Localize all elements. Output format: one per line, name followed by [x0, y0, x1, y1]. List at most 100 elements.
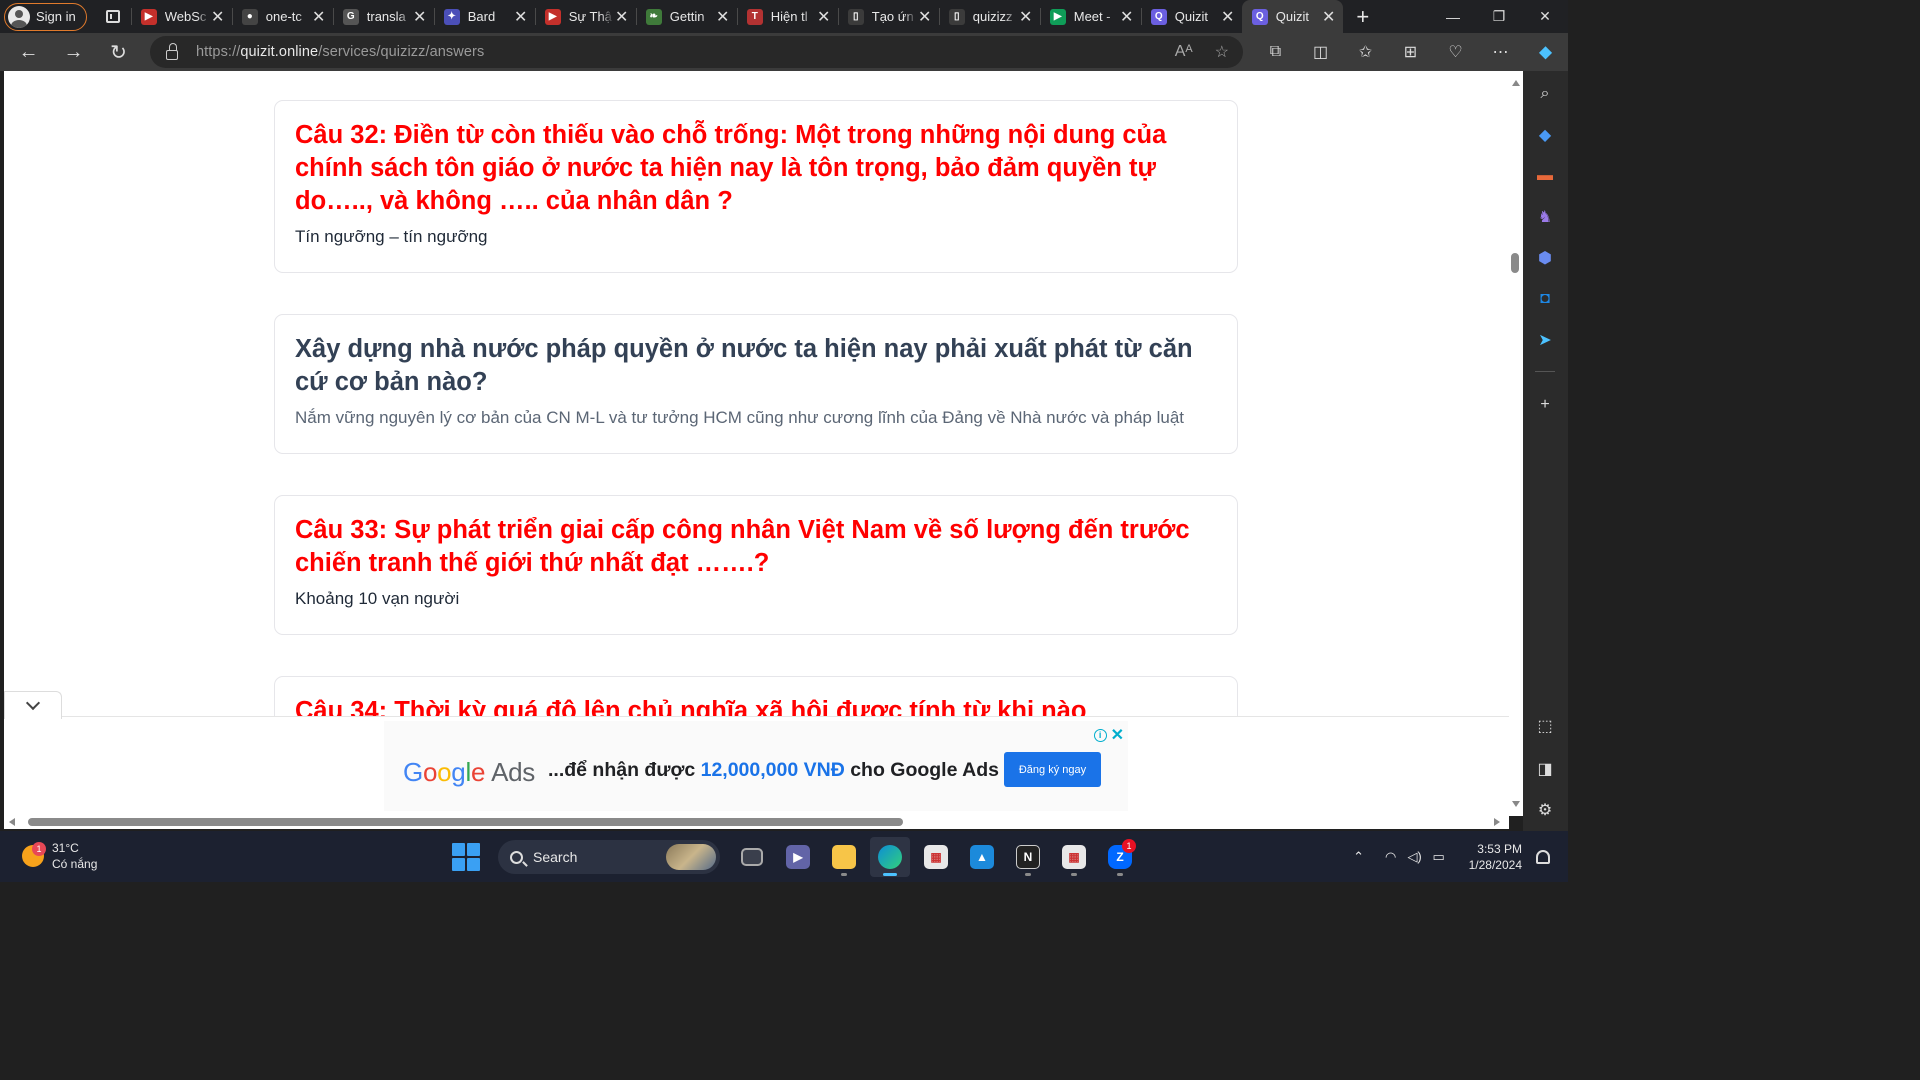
close-tab-icon[interactable]: ✕ [513, 7, 529, 27]
close-tab-icon[interactable]: ✕ [210, 7, 226, 27]
refresh-button[interactable]: ↻ [96, 33, 141, 71]
wifi-icon[interactable]: ◠ [1379, 849, 1403, 865]
copilot-icon[interactable]: ◆ [1523, 33, 1568, 71]
question-card: Câu 32: Điền từ còn thiếu vào chỗ trống:… [274, 100, 1238, 273]
leaf-icon: ❧ [645, 8, 662, 25]
weather-widget[interactable]: 1 31°C Có nắng [22, 840, 97, 872]
collapse-ad-button[interactable] [4, 691, 62, 719]
browser-tab[interactable]: ❧ Gettin ✕ [635, 0, 737, 33]
tab-title: transla [366, 9, 406, 24]
zalo-icon[interactable]: Z1 [1100, 837, 1140, 877]
browser-tab[interactable]: ▶ Meet - ✕ [1039, 0, 1141, 33]
notion-icon[interactable]: N [1008, 837, 1048, 877]
sidebar-hide-icon[interactable]: ◨ [1533, 757, 1557, 781]
scroll-right-arrow-icon[interactable] [1494, 818, 1500, 826]
google-ads-banner[interactable]: Google Ads ...để nhận được 12,000,000 VNĐ… [384, 721, 1128, 811]
favorites-icon[interactable]: ✩ [1343, 33, 1388, 71]
close-tab-icon[interactable]: ✕ [715, 7, 731, 27]
horizontal-scrollbar[interactable] [4, 815, 1509, 829]
clock-time: 3:53 PM [1477, 841, 1522, 856]
close-tab-icon[interactable]: ✕ [412, 7, 428, 27]
scroll-down-arrow-icon[interactable] [1512, 801, 1520, 807]
close-tab-icon[interactable]: ✕ [1321, 7, 1337, 27]
url-text[interactable]: https://quizit.online/services/quizizz/a… [196, 44, 484, 60]
new-tab-button[interactable]: + [1343, 4, 1383, 30]
browser-tab[interactable]: ▶ Sự Thậ ✕ [534, 0, 636, 33]
ad-signup-button[interactable]: Đăng ký ngay [1004, 752, 1101, 787]
browser-tab[interactable]: ▯ quizizz ✕ [938, 0, 1040, 33]
forward-button[interactable]: → [51, 33, 96, 71]
notification-bell-icon[interactable] [1536, 849, 1550, 864]
lock-icon[interactable] [166, 43, 178, 60]
taskbar-search-box[interactable]: Search [498, 840, 720, 874]
extensions-icon[interactable]: ⧉ [1253, 33, 1298, 71]
close-tab-icon[interactable]: ✕ [1119, 7, 1135, 27]
read-aloud-icon[interactable]: Aᴬ [1175, 43, 1193, 61]
edge-browser-icon[interactable] [870, 837, 910, 877]
close-tab-icon[interactable]: ✕ [917, 7, 933, 27]
tab-title: one-tc [265, 9, 302, 24]
question-text: Câu 33: Sự phát triển giai cấp công nhân… [295, 516, 1190, 577]
tab-actions-button[interactable] [95, 0, 131, 33]
ad-info-icon[interactable]: i [1093, 728, 1107, 742]
tab-actions-icon [105, 10, 120, 23]
app-icon[interactable]: ▦ [916, 837, 956, 877]
app-icon[interactable]: ▦ [1054, 837, 1094, 877]
tab-title: WebSc [164, 9, 207, 24]
browser-essentials-icon[interactable]: ♡ [1433, 33, 1478, 71]
clock-date: 1/28/2024 [1468, 857, 1522, 872]
close-tab-icon[interactable]: ✕ [614, 7, 630, 27]
sidebar-shopping-tag-icon[interactable]: ◆ [1533, 123, 1557, 147]
address-bar[interactable]: https://quizit.online/services/quizizz/a… [150, 36, 1243, 68]
vertical-scrollbar[interactable] [1509, 71, 1523, 816]
horizontal-scroll-thumb[interactable] [28, 818, 903, 826]
close-tab-icon[interactable]: ✕ [1018, 7, 1034, 27]
task-view-icon[interactable] [732, 837, 772, 877]
sidebar-send-icon[interactable]: ➤ [1533, 328, 1557, 352]
sidebar-screenshot-icon[interactable]: ⬚ [1533, 714, 1557, 738]
scroll-thumb[interactable] [1511, 253, 1519, 273]
collections-icon[interactable]: ⊞ [1388, 33, 1433, 71]
more-menu-icon[interactable]: ⋯ [1478, 33, 1523, 71]
minimize-button[interactable]: — [1430, 0, 1476, 33]
sidebar-tools-icon[interactable]: ▬ [1533, 164, 1557, 188]
browser-tab[interactable]: Q Quizit ✕ [1241, 0, 1343, 33]
sidebar-search-icon[interactable]: ⌕ [1533, 82, 1557, 106]
split-screen-icon[interactable]: ◫ [1298, 33, 1343, 71]
close-window-button[interactable]: ✕ [1522, 0, 1568, 33]
back-button[interactable]: ← [6, 33, 51, 71]
sidebar-games-icon[interactable]: ♞ [1533, 205, 1557, 229]
browser-tab[interactable]: ▶ WebSc ✕ [130, 0, 232, 33]
tray-overflow-chevron-up-icon[interactable]: ⌃ [1347, 849, 1371, 865]
sidebar-settings-gear-icon[interactable]: ⚙ [1533, 798, 1557, 822]
google-ads-logo: Google Ads [403, 757, 536, 787]
start-windows-icon[interactable] [452, 843, 480, 871]
sidebar-outlook-icon[interactable]: ◘ [1533, 287, 1557, 311]
refresh-icon: ↻ [110, 41, 127, 64]
photos-app-icon[interactable]: ▲ [962, 837, 1002, 877]
close-tab-icon[interactable]: ✕ [1220, 7, 1236, 27]
tab-title: Sự Thậ [568, 9, 612, 24]
close-tab-icon[interactable]: ✕ [311, 7, 327, 27]
sidebar-copilot-app-icon[interactable]: ⬢ [1533, 246, 1557, 270]
browser-tab[interactable]: ✦ Bard ✕ [433, 0, 535, 33]
scroll-up-arrow-icon[interactable] [1512, 80, 1520, 86]
scroll-left-arrow-icon[interactable] [9, 818, 15, 826]
browser-tab[interactable]: T Hiện tl ✕ [736, 0, 838, 33]
forward-arrow-icon: → [63, 40, 84, 63]
restore-button[interactable]: ❐ [1476, 0, 1522, 33]
close-tab-icon[interactable]: ✕ [816, 7, 832, 27]
ad-close-icon[interactable]: ✕ [1111, 725, 1124, 745]
browser-tab[interactable]: ▯ Tạo ứn ✕ [837, 0, 939, 33]
file-explorer-icon[interactable] [824, 837, 864, 877]
profile-sign-in-button[interactable]: Sign in [4, 2, 87, 31]
teams-chat-icon[interactable]: ▶ [778, 837, 818, 877]
browser-tab[interactable]: Q Quizit ✕ [1140, 0, 1242, 33]
favorite-star-icon[interactable]: ☆ [1215, 42, 1229, 62]
browser-tab[interactable]: ● one-tc ✕ [231, 0, 333, 33]
browser-tab[interactable]: Gtransla ✕ [332, 0, 434, 33]
sidebar-add-icon[interactable]: + [1533, 393, 1557, 417]
battery-icon[interactable]: ▭ [1427, 849, 1451, 865]
volume-icon[interactable]: ◁) [1403, 849, 1427, 865]
clock[interactable]: 3:53 PM 1/28/2024 [1469, 841, 1522, 873]
